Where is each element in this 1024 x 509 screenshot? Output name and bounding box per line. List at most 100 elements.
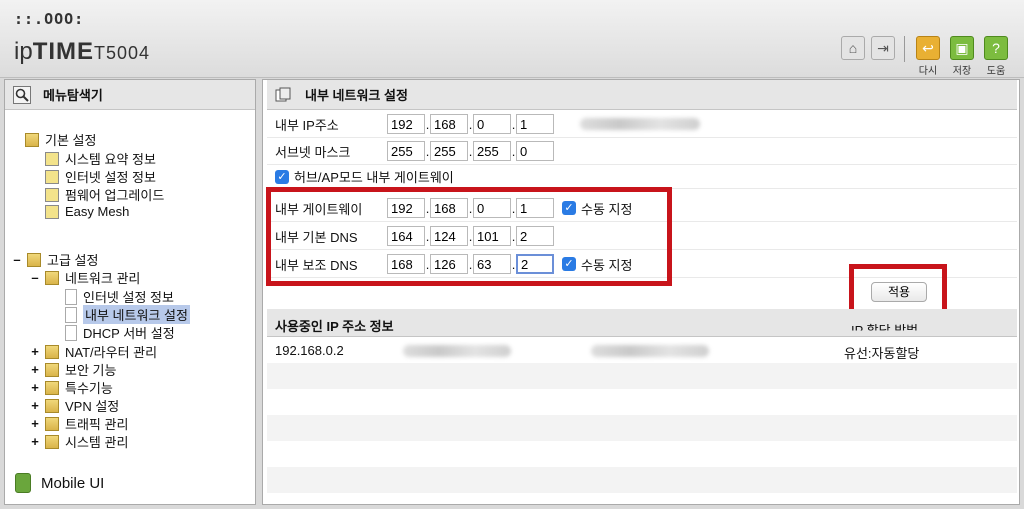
hub-ap-label: 허브/AP모드 내부 게이트웨이: [294, 170, 454, 185]
tree-item-security[interactable]: + 보안 기능: [29, 360, 116, 379]
tree-item-dhcp[interactable]: DHCP 서버 설정: [65, 323, 175, 342]
menu-explorer-panel: 메뉴탐색기 기본 설정 시스템 요약 정보 인터넷 설정 정보 펌웨어 업그레이…: [4, 79, 256, 505]
logout-icon[interactable]: ⇥: [871, 36, 895, 60]
toolbar-separator: [904, 36, 905, 62]
tree-item-lan-setting[interactable]: 내부 네트워크 설정: [65, 305, 190, 324]
tree-item-internet-setting[interactable]: 인터넷 설정 정보: [65, 287, 174, 306]
header-bar: ::.OOO: ipTIMET5004 ⌂ ⇥ ↩ 다시 ▣ 저장 ? 도움: [0, 0, 1024, 78]
tree-label: NAT/라우터 관리: [65, 345, 158, 360]
expand-icon[interactable]: +: [29, 362, 41, 377]
firmware-icon: [45, 187, 59, 202]
page-icon: [65, 324, 77, 341]
logo-time: TIME: [32, 38, 95, 65]
tree-item-vpn[interactable]: + VPN 설정: [29, 396, 119, 415]
help-button[interactable]: ? 도움: [982, 36, 1010, 77]
settings-panel: 내부 네트워크 설정 내부 IP주소 . . . 서브넷 마스크 . . .: [262, 79, 1020, 505]
expand-icon[interactable]: +: [29, 416, 41, 431]
field-label: 서브넷 마스크: [275, 144, 351, 160]
tree-label: 시스템 요약 정보: [65, 152, 156, 167]
tree-item-internet-info[interactable]: 인터넷 설정 정보: [45, 167, 156, 186]
tree-item-network[interactable]: – 네트워크 관리: [29, 268, 140, 287]
ip-octet-4[interactable]: [516, 114, 554, 134]
tree-label: 네트워크 관리: [65, 271, 141, 286]
ip-info-title: 사용중인 IP 주소 정보: [275, 319, 394, 334]
tree-item-easy-mesh[interactable]: Easy Mesh: [45, 204, 129, 219]
special-icon: [45, 380, 59, 395]
field-label: 내부 IP주소: [275, 117, 339, 133]
network-folder-icon: [45, 270, 59, 285]
folder-gear-icon: [25, 132, 39, 147]
retry-button[interactable]: ↩ 다시: [914, 36, 942, 77]
hub-ap-checkbox[interactable]: ✓ 허브/AP모드 내부 게이트웨이: [275, 167, 454, 186]
tree-label: 펌웨어 업그레이드: [65, 188, 165, 203]
subnet-input-group: . . .: [387, 141, 554, 161]
phone-icon: [15, 473, 31, 493]
menu-explorer-title: 메뉴탐색기: [43, 88, 103, 103]
section-header: 내부 네트워크 설정: [267, 80, 1017, 110]
tree-item-nat[interactable]: + NAT/라우터 관리: [29, 342, 157, 361]
tree-item-advanced[interactable]: – 고급 설정: [11, 250, 98, 269]
tree-label: Easy Mesh: [65, 204, 130, 219]
section-title: 내부 네트워크 설정: [305, 88, 408, 103]
blurred-mac-cell: [403, 345, 511, 357]
subnet-octet-3[interactable]: [473, 141, 511, 161]
page-copy-icon: [275, 87, 291, 101]
tree-label: 기본 설정: [45, 133, 97, 148]
save-button[interactable]: ▣ 저장: [948, 36, 976, 77]
subnet-octet-1[interactable]: [387, 141, 425, 161]
tree-label: 내부 네트워크 설정: [83, 305, 190, 324]
table-row: 192.168.0.2 유선:자동할당: [267, 337, 1017, 363]
router-icon: [45, 344, 59, 359]
tree-label: 보안 기능: [65, 363, 117, 378]
page-icon: [65, 306, 77, 323]
tree-item-traffic[interactable]: + 트래픽 관리: [29, 414, 128, 433]
tree-item-special[interactable]: + 특수기능: [29, 378, 113, 397]
ip-octet-3[interactable]: [473, 114, 511, 134]
logo-model: T5004: [94, 43, 151, 63]
mobile-ui-link[interactable]: Mobile UI: [15, 473, 104, 493]
tree-label: 트래픽 관리: [65, 417, 129, 432]
tree-item-system[interactable]: + 시스템 관리: [29, 432, 128, 451]
highlight-box-dns: [266, 187, 672, 286]
logo-mark: ::.OOO:: [14, 10, 85, 28]
checkbox-checked-icon: ✓: [275, 169, 289, 184]
mesh-icon: [45, 204, 59, 219]
tree-label: 특수기능: [65, 381, 113, 396]
traffic-icon: [45, 416, 59, 431]
expand-icon[interactable]: +: [29, 380, 41, 395]
blurred-mac: [580, 118, 700, 130]
row-hub-ap: ✓ 허브/AP모드 내부 게이트웨이: [267, 165, 1017, 189]
lock-icon: [45, 362, 59, 377]
ip-info-header: 사용중인 IP 주소 정보 IP 할당 방법: [267, 309, 1017, 337]
vpn-icon: [45, 398, 59, 413]
subnet-octet-2[interactable]: [430, 141, 468, 161]
expand-icon[interactable]: +: [29, 434, 41, 449]
tree-item-basic[interactable]: 기본 설정: [25, 130, 96, 149]
retry-label: 다시: [918, 66, 938, 77]
undo-icon: ↩: [916, 36, 940, 60]
ip-cell: 192.168.0.2: [275, 343, 344, 358]
logo: ipTIMET5004: [14, 38, 150, 66]
blurred-hostname-cell: [591, 345, 709, 357]
row-internal-ip: 내부 IP주소 . . .: [267, 111, 1017, 138]
tree-label: 인터넷 설정 정보: [83, 290, 174, 305]
tree-item-system-summary[interactable]: 시스템 요약 정보: [45, 149, 156, 168]
method-cell: 유선:자동할당: [844, 346, 920, 361]
tree-item-firmware[interactable]: 펌웨어 업그레이드: [45, 185, 164, 204]
subnet-octet-4[interactable]: [516, 141, 554, 161]
ip-octet-1[interactable]: [387, 114, 425, 134]
collapse-icon[interactable]: –: [11, 252, 23, 267]
expand-icon[interactable]: +: [29, 398, 41, 413]
expand-icon[interactable]: +: [29, 344, 41, 359]
folder-gear-icon: [27, 252, 41, 267]
home-icon[interactable]: ⌂: [841, 36, 865, 60]
collapse-icon[interactable]: –: [29, 270, 41, 285]
system-chart-icon: [45, 434, 59, 449]
chart-icon: [45, 151, 59, 166]
save-icon: ▣: [950, 36, 974, 60]
tree-label: 고급 설정: [47, 253, 99, 268]
page-icon: [65, 288, 77, 305]
save-label: 저장: [952, 66, 972, 77]
ip-octet-2[interactable]: [430, 114, 468, 134]
magnifier-icon: [13, 85, 31, 104]
